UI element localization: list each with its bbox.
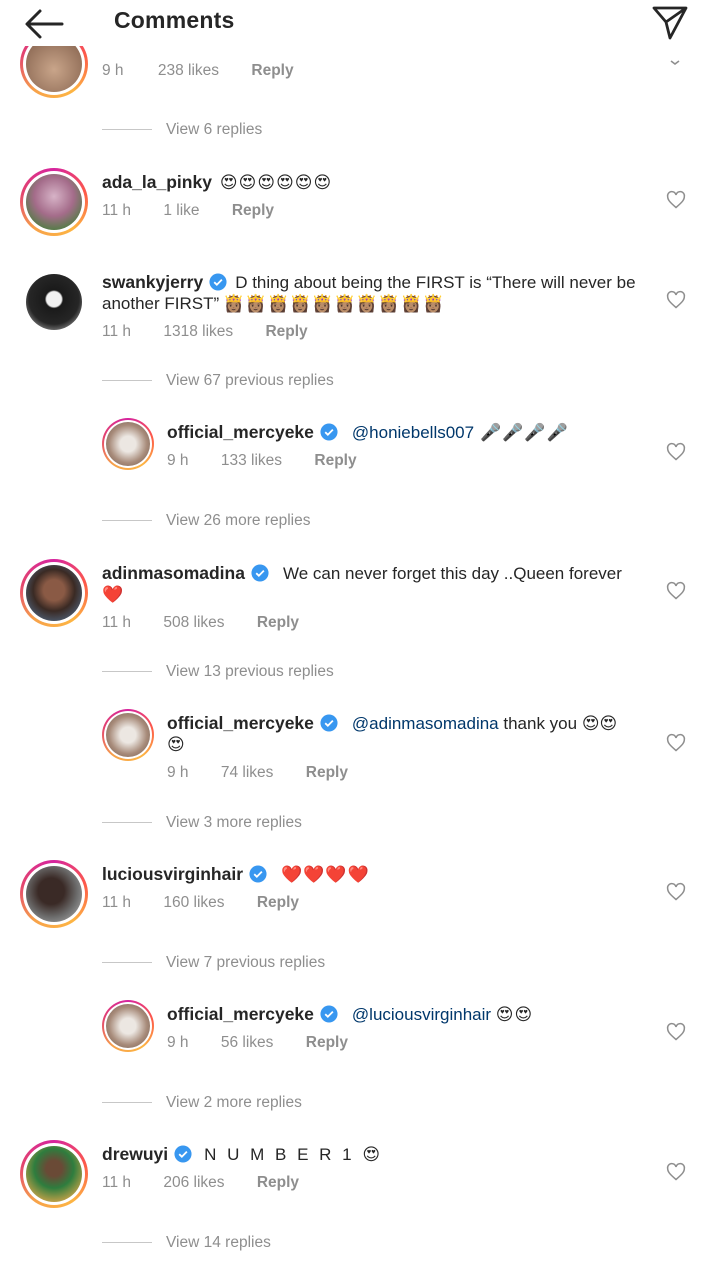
comment-meta: 11 h 206 likes Reply — [102, 1174, 300, 1191]
comment-text: luciousvirginhair ❤️❤️❤️❤️ — [102, 864, 647, 885]
comment-body: ❤️❤️❤️❤️ — [281, 865, 370, 884]
reply-button[interactable]: Reply — [257, 1174, 299, 1191]
top-bar: Comments — [0, 0, 720, 46]
view-replies-link[interactable]: View 14 replies — [102, 1234, 271, 1252]
paper-plane-icon[interactable] — [650, 2, 690, 42]
avatar[interactable] — [20, 268, 88, 336]
view-replies-link[interactable]: View 6 replies — [102, 121, 262, 139]
heart-icon[interactable] — [666, 882, 686, 902]
verified-badge-icon — [209, 273, 227, 291]
avatar[interactable] — [20, 168, 88, 236]
verified-badge-icon — [174, 1145, 192, 1163]
comment-meta: 9 h 56 likes Reply — [167, 1034, 348, 1051]
reply-button[interactable]: Reply — [314, 452, 356, 469]
username[interactable]: luciousvirginhair — [102, 864, 243, 884]
reply-button[interactable]: Reply — [232, 202, 274, 219]
mention-link[interactable]: @luciousvirginhair — [352, 1005, 491, 1024]
verified-badge-icon — [320, 1005, 338, 1023]
comment-body: We can never forget this day ..Queen for… — [282, 564, 622, 583]
avatar[interactable] — [20, 1140, 88, 1208]
heart-icon[interactable] — [666, 442, 686, 462]
verified-badge-icon — [251, 564, 269, 582]
reply-button[interactable]: Reply — [306, 1034, 348, 1051]
view-replies-link[interactable]: View 13 previous replies — [102, 663, 334, 681]
comment-text: ada_la_pinky 😍😍😍😍😍😍 — [102, 172, 647, 193]
reply-button[interactable]: Reply — [265, 323, 307, 340]
view-replies-link[interactable]: View 2 more replies — [102, 1094, 302, 1112]
username[interactable]: swankyjerry — [102, 272, 203, 292]
mention-link[interactable]: @adinmasomadina — [352, 714, 499, 733]
view-replies-link[interactable]: View 7 previous replies — [102, 954, 325, 972]
comment-text: adinmasomadina We can never forget this d… — [102, 563, 622, 604]
comment-body: N U M B E R 1 😍 — [204, 1145, 384, 1164]
comment-meta: 9 h 74 likes Reply — [167, 764, 348, 781]
comment-meta: 11 h 508 likes Reply — [102, 614, 300, 631]
reply-button[interactable]: Reply — [257, 894, 299, 911]
username[interactable]: official_mercyeke — [167, 422, 314, 442]
comment-meta: 11 h 160 likes Reply — [102, 894, 300, 911]
avatar[interactable] — [102, 709, 154, 761]
comment-text: drewuyi N U M B E R 1 😍 — [102, 1144, 647, 1165]
verified-badge-icon — [249, 865, 267, 883]
username[interactable]: ada_la_pinky — [102, 172, 212, 192]
view-replies-link[interactable]: View 26 more replies — [102, 512, 310, 530]
comment-text: official_mercyeke @honiebells007 🎤🎤🎤🎤 — [167, 422, 569, 442]
chevron-down-icon[interactable] — [668, 58, 682, 68]
arrow-left-icon[interactable] — [22, 6, 66, 42]
comments-feed[interactable]: 9 h 238 likes Reply View 6 replies ada_l… — [0, 0, 720, 1285]
avatar[interactable] — [102, 418, 154, 470]
comment-body: 😍😍😍😍😍😍 — [219, 173, 333, 192]
avatar[interactable] — [102, 1000, 154, 1052]
view-replies-link[interactable]: View 3 more replies — [102, 814, 302, 832]
heart-icon[interactable] — [666, 581, 686, 601]
reply-button[interactable]: Reply — [251, 62, 293, 79]
username[interactable]: official_mercyeke — [167, 1004, 314, 1024]
comment-meta: 9 h 238 likes Reply — [102, 62, 294, 79]
avatar[interactable] — [20, 860, 88, 928]
comment-text: official_mercyeke @luciousvirginhair 😍😍 — [167, 1004, 534, 1024]
comment-meta: 9 h 133 likes Reply — [167, 452, 357, 469]
reply-button[interactable]: Reply — [306, 764, 348, 781]
page-title: Comments — [114, 7, 235, 33]
heart-icon[interactable] — [666, 1022, 686, 1042]
comment-text: official_mercyeke @adinmasomadina thank y… — [167, 713, 618, 754]
heart-icon[interactable] — [666, 733, 686, 753]
verified-badge-icon — [320, 423, 338, 441]
heart-icon[interactable] — [666, 1162, 686, 1182]
view-replies-link[interactable]: View 67 previous replies — [102, 372, 334, 390]
heart-icon[interactable] — [666, 190, 686, 210]
comment-meta: 11 h 1 like Reply — [102, 202, 275, 219]
username[interactable]: adinmasomadina — [102, 563, 245, 583]
username[interactable]: drewuyi — [102, 1144, 168, 1164]
username[interactable]: official_mercyeke — [167, 713, 314, 733]
verified-badge-icon — [320, 714, 338, 732]
heart-icon[interactable] — [666, 290, 686, 310]
comment-meta: 11 h 1318 likes Reply — [102, 323, 308, 340]
reply-button[interactable]: Reply — [257, 614, 299, 631]
avatar[interactable] — [20, 559, 88, 627]
comment-text: swankyjerry D thing about being the FIRST… — [102, 272, 636, 313]
mention-link[interactable]: @honiebells007 — [352, 423, 474, 442]
